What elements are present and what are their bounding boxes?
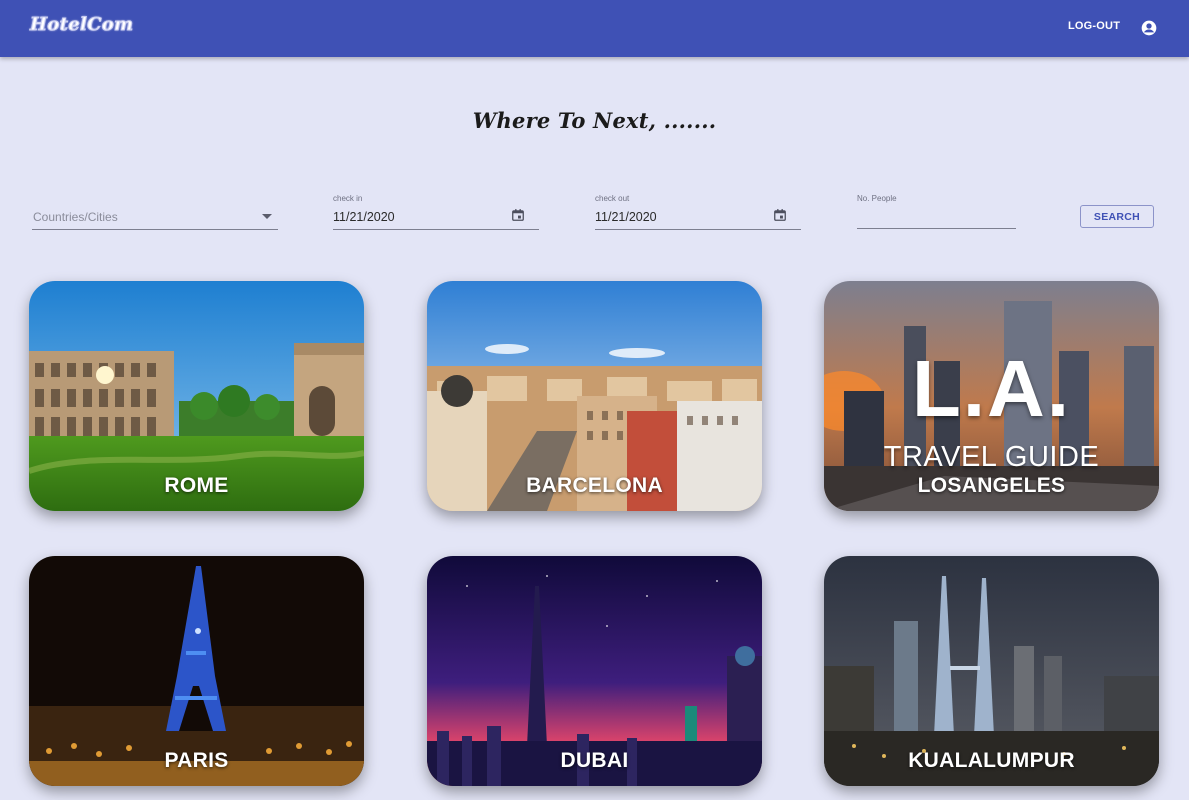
destination-card-kualalumpur[interactable]: KUALALUMPUR [824, 556, 1159, 786]
calendar-icon[interactable] [773, 208, 787, 222]
check-out-label: check out [595, 194, 630, 203]
logout-button[interactable]: LOG-OUT [1068, 20, 1120, 32]
la-overlay-title: L.A. [911, 344, 1072, 433]
logo[interactable]: HotelCom [29, 14, 133, 36]
calendar-icon[interactable] [511, 208, 525, 222]
destination-placeholder: Countries/Cities [33, 210, 118, 224]
check-in-value: 11/21/2020 [333, 210, 395, 224]
check-in-label: check in [333, 194, 363, 203]
destination-name: BARCELONA [526, 474, 663, 497]
people-field[interactable]: No. People [857, 190, 1016, 229]
destination-name: LOSANGELES [917, 474, 1066, 497]
check-out-field[interactable]: check out 11/21/2020 [595, 192, 801, 230]
app-bar: HotelCom LOG-OUT [0, 0, 1189, 57]
people-label: No. People [857, 194, 897, 203]
page-headline: Where To Next, ....... [472, 108, 717, 133]
destination-name: ROME [164, 474, 229, 497]
search-button[interactable]: SEARCH [1080, 205, 1154, 228]
destination-card-paris[interactable]: PARIS [29, 556, 364, 786]
destination-select[interactable]: Countries/Cities [32, 200, 278, 230]
account-circle-icon[interactable] [1141, 20, 1157, 36]
destination-card-losangeles[interactable]: L.A. TRAVEL GUIDE LOSANGELES [824, 281, 1159, 511]
destination-name: KUALALUMPUR [908, 749, 1075, 772]
destination-name: PARIS [164, 749, 229, 772]
check-out-value: 11/21/2020 [595, 210, 657, 224]
la-overlay-subtitle: TRAVEL GUIDE [883, 441, 1100, 473]
destination-card-rome[interactable]: ROME [29, 281, 364, 511]
destination-card-barcelona[interactable]: BARCELONA [427, 281, 762, 511]
destination-card-dubai[interactable]: DUBAI [427, 556, 762, 786]
destination-name: DUBAI [560, 749, 629, 772]
check-in-field[interactable]: check in 11/21/2020 [333, 192, 539, 230]
caret-down-icon [262, 214, 272, 219]
